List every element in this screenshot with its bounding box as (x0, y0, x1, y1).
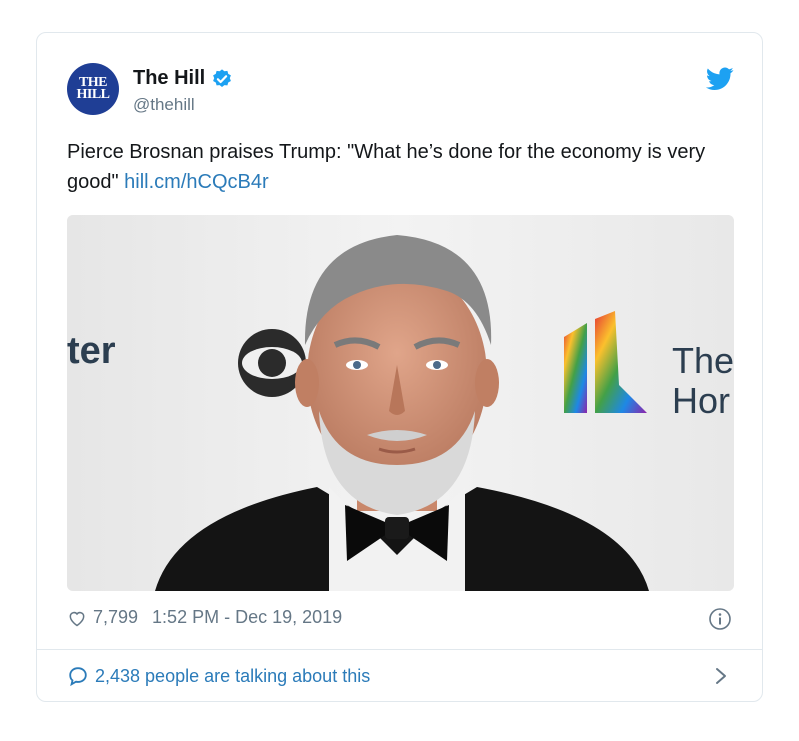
handle[interactable]: @thehill (133, 95, 195, 115)
timestamp[interactable]: 1:52 PM - Dec 19, 2019 (152, 607, 342, 628)
tweet-text: Pierce Brosnan praises Trump: "What he’s… (67, 137, 747, 197)
conversation-link[interactable]: 2,438 people are talking about this (67, 665, 370, 687)
pierce-brosnan-photo: ter The Hor (67, 215, 734, 591)
heart-icon[interactable] (67, 608, 87, 628)
twitter-bird-icon[interactable] (706, 67, 734, 91)
tweet-card: THE HILL The Hill @thehill Pierce Brosna… (36, 32, 763, 702)
photo-bg-text-right-2: Hor (672, 380, 730, 421)
verified-badge-icon (213, 68, 232, 87)
avatar-line2: HILL (76, 87, 110, 102)
talking-count: 2,438 people are talking about this (95, 665, 371, 686)
photo-bg-text-right-1: The (672, 340, 734, 381)
tweet-meta: 7,799 1:52 PM - Dec 19, 2019 (67, 607, 342, 628)
photo-bg-text-left: ter (67, 330, 116, 372)
like-count[interactable]: 7,799 (93, 607, 138, 628)
author-name-row[interactable]: The Hill (133, 67, 233, 90)
chevron-right-icon[interactable] (712, 665, 730, 687)
tweet-link[interactable]: hill.cm/hCQcB4r (124, 171, 268, 193)
display-name[interactable]: The Hill (133, 67, 205, 90)
comment-icon (69, 667, 87, 687)
info-icon[interactable] (708, 607, 732, 631)
avatar[interactable]: THE HILL (67, 63, 119, 115)
tweet-photo[interactable]: ter The Hor (67, 215, 734, 591)
divider (37, 649, 762, 650)
